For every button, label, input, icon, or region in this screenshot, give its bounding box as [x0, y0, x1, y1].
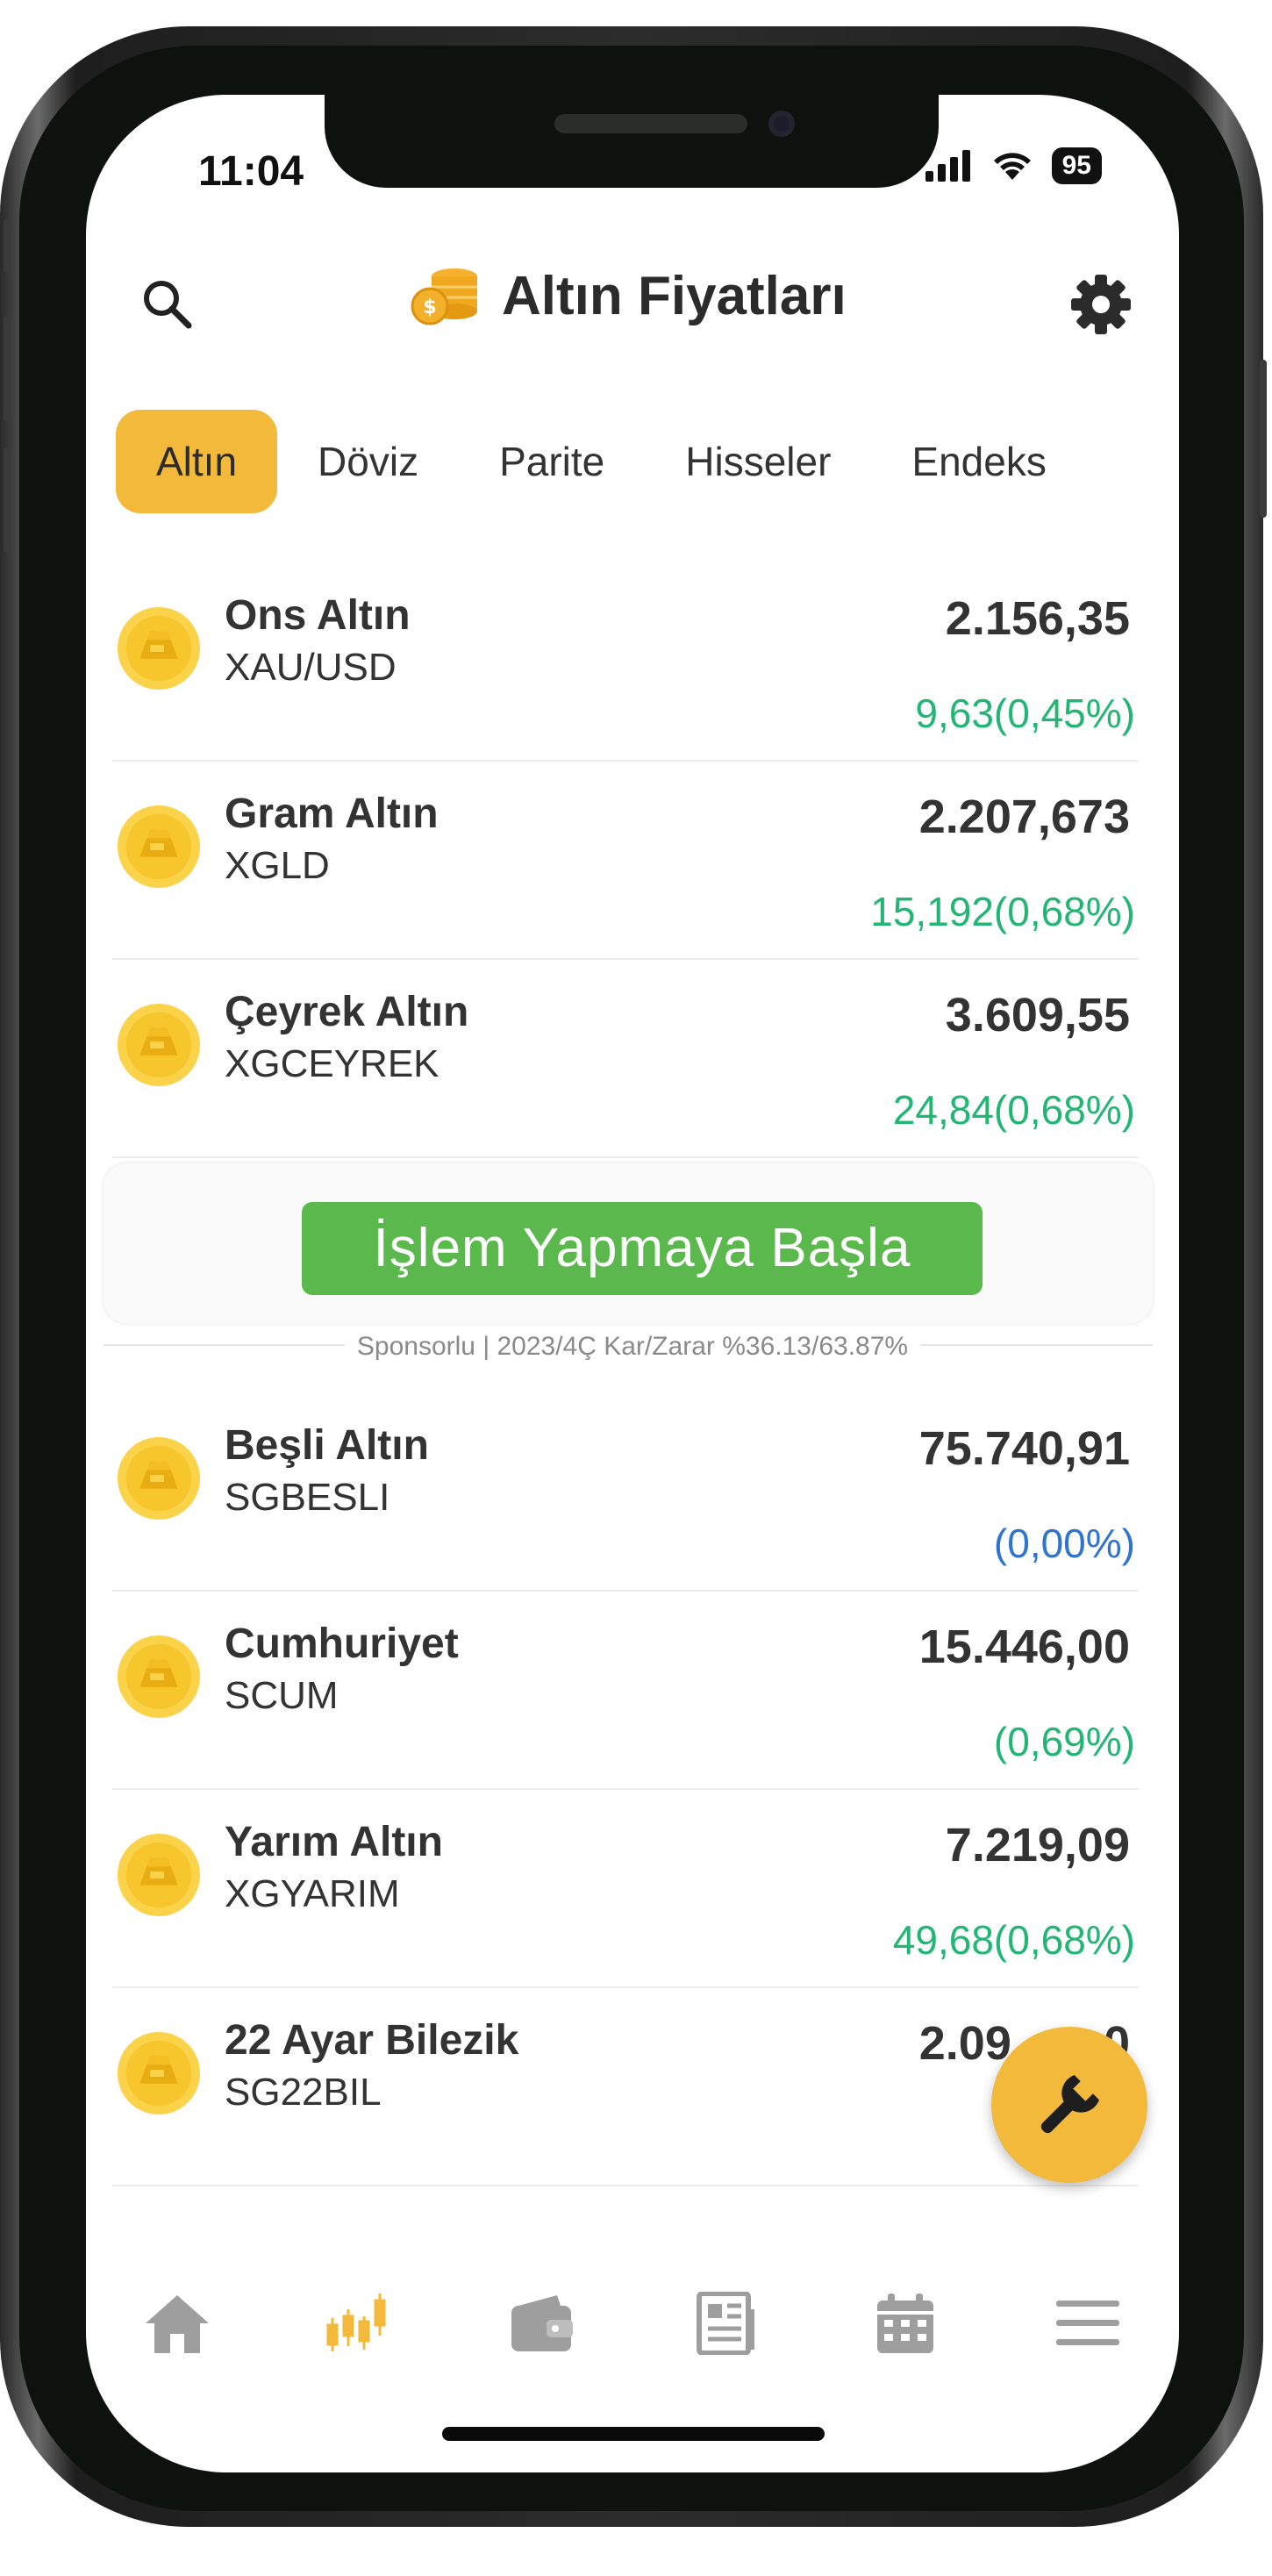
gold-coin-icon [117, 1833, 201, 1917]
gold-coin-icon [117, 606, 201, 691]
item-change: 9,63(0,45%) [915, 691, 1135, 736]
home-indicator[interactable] [442, 2427, 825, 2441]
item-price: 2.156,35 [945, 592, 1130, 645]
candlestick-icon [326, 2293, 386, 2351]
item-change: 15,192(0,68%) [870, 889, 1135, 934]
gold-coin-icon [117, 805, 201, 889]
nav-news[interactable] [671, 2275, 776, 2372]
item-name: Beşli Altın [225, 1422, 429, 1469]
front-camera [768, 111, 795, 137]
header-title-group: $ Altın Fiyatları [411, 265, 847, 327]
gold-coin-icon [117, 2031, 201, 2115]
item-code: XAU/USD [225, 646, 397, 689]
speaker-grille [554, 114, 747, 133]
nav-menu[interactable] [1035, 2275, 1140, 2372]
category-tabs: Altın Döviz Parite Hisseler Endeks [116, 409, 1179, 514]
bottom-navigation [86, 2244, 1179, 2402]
tab-hisseler[interactable]: Hisseler [645, 410, 871, 513]
item-code: SCUM [225, 1674, 339, 1717]
battery-indicator: 95 [1051, 147, 1102, 184]
list-item[interactable]: Yarım Altın XGYARIM 7.219,09 49,68(0,68%… [112, 1788, 1139, 1988]
nav-calendar[interactable] [853, 2275, 958, 2372]
item-name: 22 Ayar Bilezik [225, 2017, 519, 2064]
app-screen: 11:04 95 $ Altın Fiyatları Altın Döviz P… [86, 95, 1179, 2472]
item-price: 7.219,09 [945, 1819, 1130, 1871]
list-item[interactable]: Beşli Altın SGBESLI 75.740,91 (0,00%) [112, 1392, 1139, 1592]
status-indicators: 95 [924, 147, 1102, 184]
notch [325, 95, 939, 188]
item-code: XGCEYREK [225, 1042, 439, 1085]
item-change: (0,00%) [993, 1521, 1135, 1566]
wifi-icon [993, 153, 1031, 180]
home-icon [145, 2295, 209, 2353]
svg-text:$: $ [423, 297, 436, 318]
page-title: Altın Fiyatları [502, 266, 847, 326]
volume-down-button [4, 447, 11, 553]
search-icon [144, 281, 192, 329]
item-code: SGBESLI [225, 1476, 390, 1519]
tab-endeks[interactable]: Endeks [871, 410, 1086, 513]
item-code: SG22BIL [225, 2071, 382, 2114]
settings-button[interactable] [1068, 272, 1133, 337]
status-time: 11:04 [198, 148, 304, 195]
mute-switch [4, 219, 11, 272]
item-change: 24,84(0,68%) [892, 1087, 1135, 1133]
list-item[interactable]: Cumhuriyet SCUM 15.446,00 (0,69%) [112, 1590, 1139, 1790]
item-price: 75.740,91 [918, 1422, 1130, 1475]
item-price: 15.446,00 [918, 1621, 1130, 1673]
list-item[interactable]: Gram Altın XGLD 2.207,673 15,192(0,68%) [112, 760, 1139, 960]
nav-markets[interactable] [306, 2275, 411, 2372]
sponsor-text: Sponsorlu | 2023/4Ç Kar/Zarar %36.13/63.… [344, 1332, 921, 1361]
nav-wallet[interactable] [489, 2275, 594, 2372]
wrench-icon [1040, 2075, 1099, 2134]
power-button [1260, 360, 1267, 518]
tab-parite[interactable]: Parite [459, 410, 645, 513]
list-item[interactable]: Çeyrek Altın XGCEYREK 3.609,55 24,84(0,6… [112, 958, 1139, 1158]
item-price: 3.609,55 [945, 989, 1130, 1041]
volume-up-button [4, 316, 11, 421]
gold-coin-icon [117, 1635, 201, 1719]
gold-coin-icon [117, 1436, 201, 1521]
list-item[interactable]: Ons Altın XAU/USD 2.156,35 9,63(0,45%) [112, 562, 1139, 762]
start-trading-button[interactable]: İşlem Yapmaya Başla [302, 1202, 983, 1295]
gear-icon [1071, 275, 1131, 334]
cellular-signal-icon [925, 150, 970, 182]
wallet-icon [511, 2295, 574, 2351]
coins-stack-icon: $ [411, 268, 477, 325]
app-header: $ Altın Fiyatları [86, 253, 1179, 349]
item-name: Cumhuriyet [225, 1621, 459, 1667]
item-name: Ons Altın [225, 592, 411, 639]
gold-coin-icon [117, 1003, 201, 1087]
item-name: Çeyrek Altın [225, 989, 469, 1035]
item-code: XGLD [225, 844, 330, 887]
item-change: 49,68(0,68%) [892, 1917, 1135, 1963]
item-name: Yarım Altın [225, 1819, 443, 1865]
sponsored-banner: İşlem Yapmaya Başla [104, 1163, 1153, 1323]
newspaper-icon [696, 2292, 754, 2355]
tab-doviz[interactable]: Döviz [277, 410, 459, 513]
sponsor-caption: Sponsorlu | 2023/4Ç Kar/Zarar %36.13/63.… [86, 1332, 1179, 1362]
list-item[interactable]: 22 Ayar Bilezik SG22BIL 2.09__,_0 [112, 1986, 1139, 2186]
item-price: 2.207,673 [918, 791, 1130, 843]
menu-icon [1056, 2301, 1120, 2345]
item-change: (0,69%) [993, 1719, 1135, 1764]
calendar-icon [877, 2293, 934, 2353]
item-name: Gram Altın [225, 791, 439, 837]
tab-altin[interactable]: Altın [116, 410, 278, 513]
nav-home[interactable] [125, 2275, 230, 2372]
item-code: XGYARIM [225, 1872, 400, 1915]
search-button[interactable] [139, 275, 195, 332]
tools-fab-button[interactable] [991, 2027, 1147, 2183]
